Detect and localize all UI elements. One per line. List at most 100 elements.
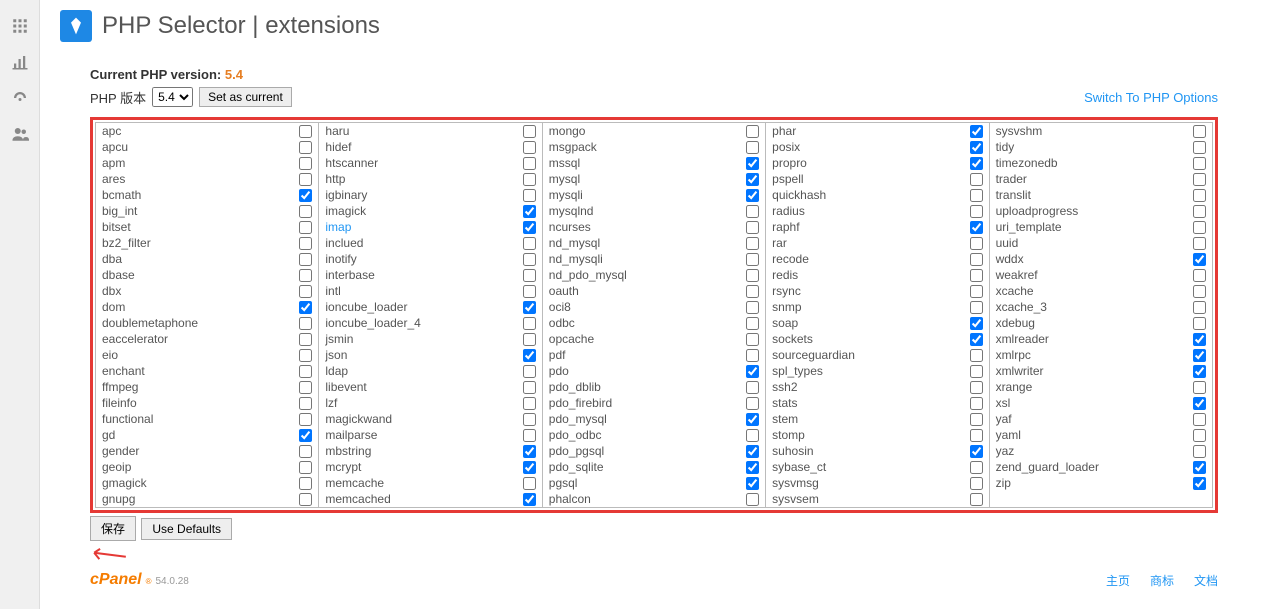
use-defaults-button[interactable]: Use Defaults: [141, 518, 232, 540]
ext-checkbox-trader[interactable]: [1193, 173, 1206, 186]
ext-checkbox-pdo_firebird[interactable]: [746, 397, 759, 410]
footer-link[interactable]: 商标: [1150, 572, 1174, 589]
ext-checkbox-oci8[interactable]: [746, 301, 759, 314]
ext-checkbox-sockets[interactable]: [970, 333, 983, 346]
ext-checkbox-uploadprogress[interactable]: [1193, 205, 1206, 218]
ext-checkbox-fileinfo[interactable]: [299, 397, 312, 410]
ext-checkbox-big_int[interactable]: [299, 205, 312, 218]
ext-checkbox-xmlreader[interactable]: [1193, 333, 1206, 346]
ext-checkbox-bcmath[interactable]: [299, 189, 312, 202]
ext-checkbox-soap[interactable]: [970, 317, 983, 330]
ext-checkbox-htscanner[interactable]: [523, 157, 536, 170]
ext-checkbox-enchant[interactable]: [299, 365, 312, 378]
ext-checkbox-dba[interactable]: [299, 253, 312, 266]
ext-checkbox-eaccelerator[interactable]: [299, 333, 312, 346]
users-icon[interactable]: [0, 116, 40, 152]
ext-checkbox-pdo_dblib[interactable]: [746, 381, 759, 394]
ext-checkbox-ffmpeg[interactable]: [299, 381, 312, 394]
ext-checkbox-nd_mysqli[interactable]: [746, 253, 759, 266]
ext-checkbox-xmlwriter[interactable]: [1193, 365, 1206, 378]
ext-checkbox-nd_mysql[interactable]: [746, 237, 759, 250]
ext-checkbox-phalcon[interactable]: [746, 493, 759, 506]
php-version-select[interactable]: 5.4: [152, 87, 193, 107]
ext-checkbox-memcache[interactable]: [523, 477, 536, 490]
ext-checkbox-mongo[interactable]: [746, 125, 759, 138]
ext-checkbox-xcache_3[interactable]: [1193, 301, 1206, 314]
ext-checkbox-ioncube_loader_4[interactable]: [523, 317, 536, 330]
ext-checkbox-sourceguardian[interactable]: [970, 349, 983, 362]
ext-checkbox-mssql[interactable]: [746, 157, 759, 170]
ext-checkbox-geoip[interactable]: [299, 461, 312, 474]
set-current-button[interactable]: Set as current: [199, 87, 292, 107]
ext-checkbox-weakref[interactable]: [1193, 269, 1206, 282]
ext-checkbox-igbinary[interactable]: [523, 189, 536, 202]
ext-checkbox-bitset[interactable]: [299, 221, 312, 234]
ext-checkbox-pspell[interactable]: [970, 173, 983, 186]
ext-checkbox-jsmin[interactable]: [523, 333, 536, 346]
ext-checkbox-bz2_filter[interactable]: [299, 237, 312, 250]
ext-checkbox-xrange[interactable]: [1193, 381, 1206, 394]
ext-checkbox-memcached[interactable]: [523, 493, 536, 506]
ext-checkbox-zip[interactable]: [1193, 477, 1206, 490]
ext-checkbox-xsl[interactable]: [1193, 397, 1206, 410]
ext-checkbox-ncurses[interactable]: [746, 221, 759, 234]
ext-checkbox-redis[interactable]: [970, 269, 983, 282]
ext-checkbox-uuid[interactable]: [1193, 237, 1206, 250]
ext-checkbox-sysvmsg[interactable]: [970, 477, 983, 490]
ext-checkbox-magickwand[interactable]: [523, 413, 536, 426]
ext-checkbox-raphf[interactable]: [970, 221, 983, 234]
ext-checkbox-msgpack[interactable]: [746, 141, 759, 154]
ext-checkbox-intl[interactable]: [523, 285, 536, 298]
ext-checkbox-dom[interactable]: [299, 301, 312, 314]
ext-checkbox-spl_types[interactable]: [970, 365, 983, 378]
ext-checkbox-wddx[interactable]: [1193, 253, 1206, 266]
ext-checkbox-interbase[interactable]: [523, 269, 536, 282]
ext-checkbox-recode[interactable]: [970, 253, 983, 266]
ext-checkbox-mysqlnd[interactable]: [746, 205, 759, 218]
apps-icon[interactable]: [0, 8, 40, 44]
ext-checkbox-stats[interactable]: [970, 397, 983, 410]
ext-checkbox-oauth[interactable]: [746, 285, 759, 298]
ext-checkbox-yaml[interactable]: [1193, 429, 1206, 442]
ext-checkbox-hidef[interactable]: [523, 141, 536, 154]
footer-link[interactable]: 文档: [1194, 572, 1218, 589]
ext-checkbox-apcu[interactable]: [299, 141, 312, 154]
ext-checkbox-uri_template[interactable]: [1193, 221, 1206, 234]
ext-checkbox-ldap[interactable]: [523, 365, 536, 378]
ext-checkbox-pdo_sqlite[interactable]: [746, 461, 759, 474]
ext-checkbox-rar[interactable]: [970, 237, 983, 250]
ext-checkbox-ssh2[interactable]: [970, 381, 983, 394]
ext-checkbox-xmlrpc[interactable]: [1193, 349, 1206, 362]
footer-link[interactable]: 主页: [1106, 572, 1130, 589]
ext-checkbox-mcrypt[interactable]: [523, 461, 536, 474]
dashboard-icon[interactable]: [0, 80, 40, 116]
ext-checkbox-ares[interactable]: [299, 173, 312, 186]
ext-checkbox-pdo_odbc[interactable]: [746, 429, 759, 442]
ext-checkbox-nd_pdo_mysql[interactable]: [746, 269, 759, 282]
ext-checkbox-gender[interactable]: [299, 445, 312, 458]
ext-checkbox-zend_guard_loader[interactable]: [1193, 461, 1206, 474]
ext-checkbox-imap[interactable]: [523, 221, 536, 234]
ext-checkbox-odbc[interactable]: [746, 317, 759, 330]
stats-icon[interactable]: [0, 44, 40, 80]
ext-checkbox-gd[interactable]: [299, 429, 312, 442]
ext-checkbox-dbase[interactable]: [299, 269, 312, 282]
ext-checkbox-lzf[interactable]: [523, 397, 536, 410]
ext-checkbox-pdf[interactable]: [746, 349, 759, 362]
ext-checkbox-quickhash[interactable]: [970, 189, 983, 202]
ext-checkbox-pgsql[interactable]: [746, 477, 759, 490]
ext-checkbox-posix[interactable]: [970, 141, 983, 154]
ext-checkbox-gmagick[interactable]: [299, 477, 312, 490]
ext-checkbox-propro[interactable]: [970, 157, 983, 170]
ext-checkbox-sybase_ct[interactable]: [970, 461, 983, 474]
ext-checkbox-yaf[interactable]: [1193, 413, 1206, 426]
ext-checkbox-eio[interactable]: [299, 349, 312, 362]
ext-checkbox-pdo[interactable]: [746, 365, 759, 378]
ext-checkbox-ioncube_loader[interactable]: [523, 301, 536, 314]
ext-checkbox-rsync[interactable]: [970, 285, 983, 298]
ext-checkbox-translit[interactable]: [1193, 189, 1206, 202]
ext-checkbox-xdebug[interactable]: [1193, 317, 1206, 330]
ext-checkbox-mbstring[interactable]: [523, 445, 536, 458]
ext-checkbox-inotify[interactable]: [523, 253, 536, 266]
ext-checkbox-radius[interactable]: [970, 205, 983, 218]
